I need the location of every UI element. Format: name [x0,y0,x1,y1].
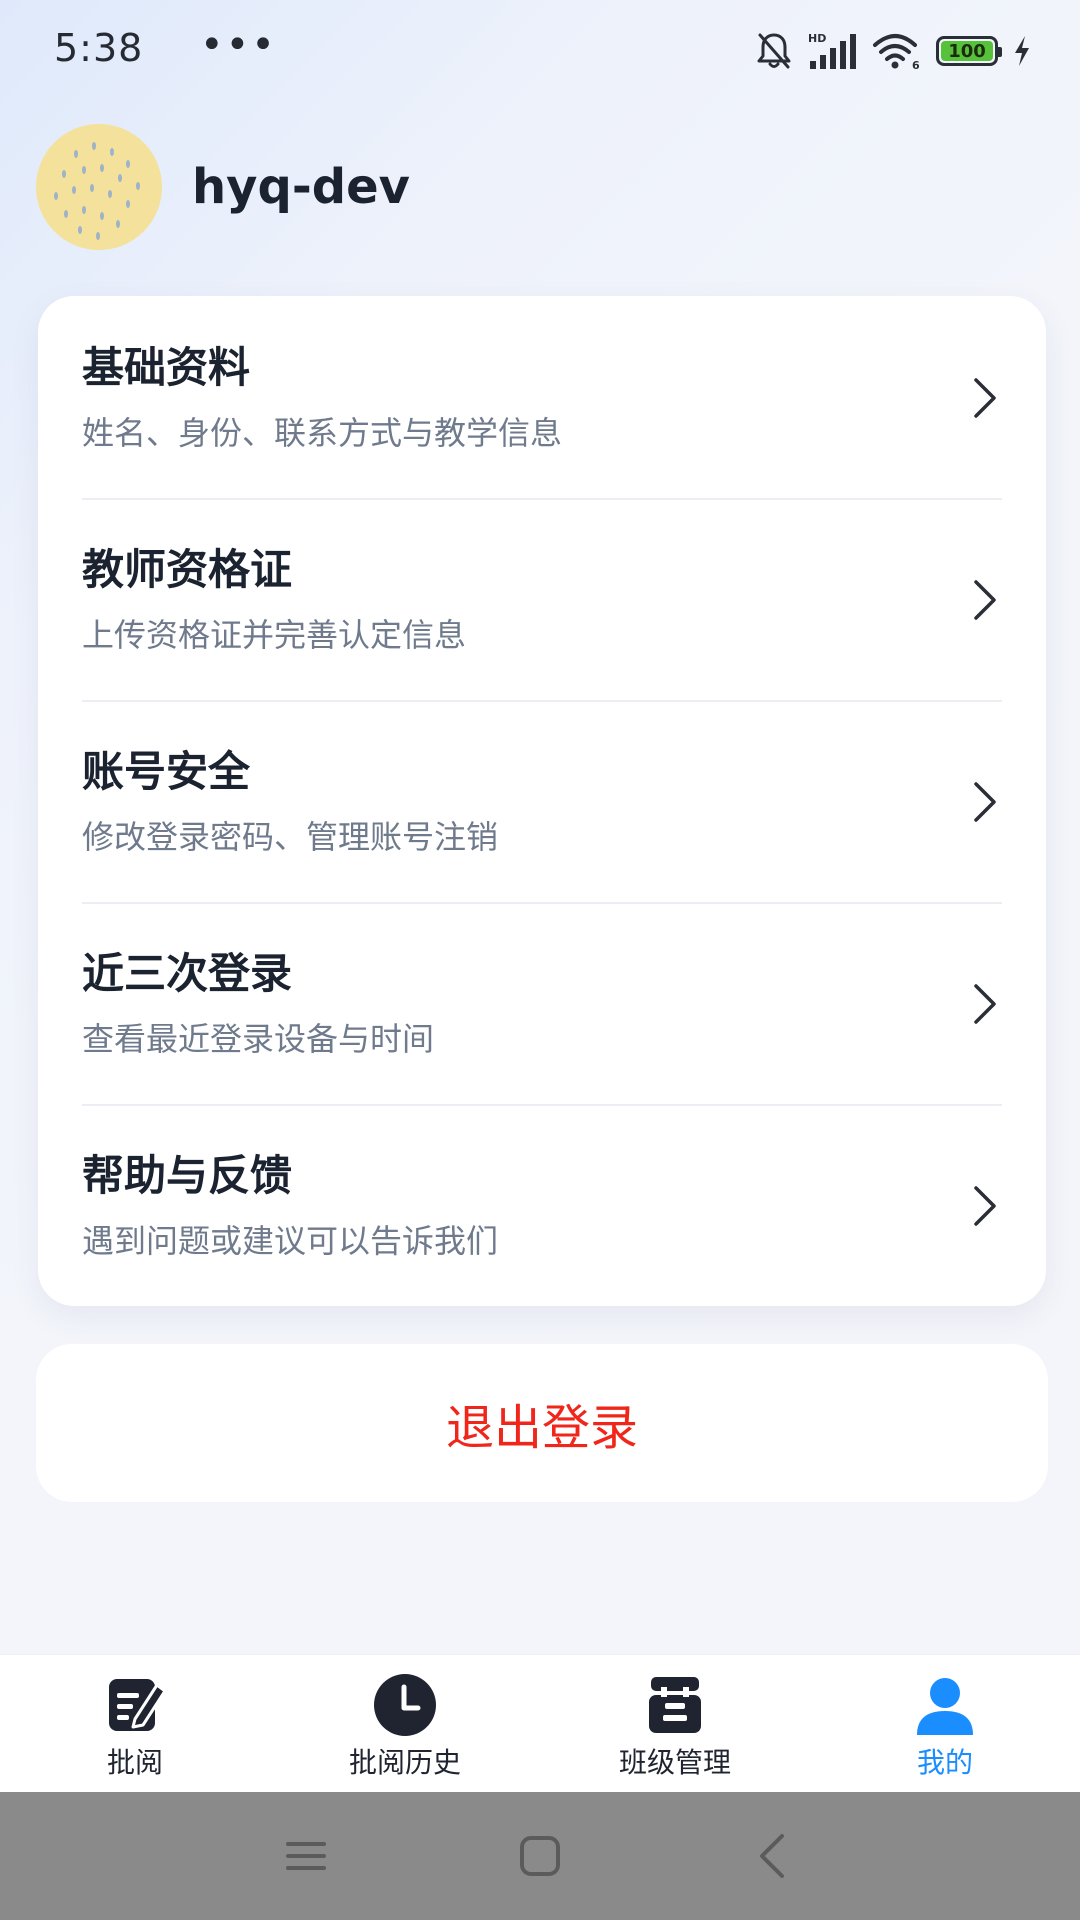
status-bar: 5:38 ••• HD 6 100 [0,0,1080,104]
settings-menu-card: 基础资料 姓名、身份、联系方式与教学信息 教师资格证 上传资格证并完善认定信息 … [38,296,1046,1306]
logout-button[interactable]: 退出登录 [36,1344,1048,1502]
tab-review-history[interactable]: 批阅历史 [270,1655,540,1793]
chevron-right-icon [974,378,996,418]
menu-item-basic-info[interactable]: 基础资料 姓名、身份、联系方式与教学信息 [38,296,1046,498]
edit-document-icon [109,1679,167,1731]
menu-item-subtitle: 修改登录密码、管理账号注销 [82,818,499,856]
tab-label: 批阅历史 [348,1746,461,1779]
home-icon[interactable] [510,1828,570,1884]
class-icon [649,1677,701,1733]
tab-class-management[interactable]: 班级管理 [540,1655,810,1793]
signal-icon: HD [808,32,856,69]
svg-text:HD: HD [808,32,826,45]
battery-level: 100 [941,41,993,62]
chevron-right-icon [974,580,996,620]
chevron-right-icon [974,1186,996,1226]
wifi-icon: 6 [873,34,920,71]
bottom-tab-bar: 批阅 批阅历史 班级管理 我的 [0,1654,1080,1793]
menu-item-subtitle: 遇到问题或建议可以告诉我们 [82,1222,499,1260]
menu-item-subtitle: 上传资格证并完善认定信息 [82,616,467,654]
clock-icon [374,1674,436,1736]
username: hyq-dev [192,159,410,215]
menu-item-title: 账号安全 [82,747,251,796]
system-nav-bar [0,1792,1080,1920]
tab-mine[interactable]: 我的 [810,1655,1080,1793]
menu-item-help-feedback[interactable]: 帮助与反馈 遇到问题或建议可以告诉我们 [38,1104,1046,1306]
menu-item-title: 近三次登录 [82,949,293,998]
avatar[interactable] [36,124,162,250]
menu-icon[interactable] [276,1828,336,1884]
bell-off-icon [757,33,791,69]
status-icons: HD 6 100 [756,28,1032,74]
menu-item-recent-logins[interactable]: 近三次登录 查看最近登录设备与时间 [38,902,1046,1104]
status-time: 5:38 [54,26,144,70]
chevron-right-icon [974,984,996,1024]
tab-review[interactable]: 批阅 [0,1655,270,1793]
more-dots-icon: ••• [200,22,277,68]
menu-item-title: 教师资格证 [82,545,293,594]
svg-text:6: 6 [912,59,920,71]
tab-label: 班级管理 [618,1746,731,1779]
user-icon [917,1678,973,1735]
battery-icon: 100 [936,36,1002,66]
menu-item-teacher-certificate[interactable]: 教师资格证 上传资格证并完善认定信息 [38,498,1046,700]
menu-item-subtitle: 姓名、身份、联系方式与教学信息 [82,414,563,452]
profile-header[interactable]: hyq-dev [36,124,410,250]
tab-label: 我的 [916,1746,973,1779]
tab-label: 批阅 [106,1746,163,1779]
chevron-right-icon [974,782,996,822]
menu-item-account-security[interactable]: 账号安全 修改登录密码、管理账号注销 [38,700,1046,902]
menu-item-title: 帮助与反馈 [82,1151,293,1200]
menu-item-subtitle: 查看最近登录设备与时间 [82,1020,435,1058]
menu-item-title: 基础资料 [82,343,251,392]
charging-icon [1015,36,1029,66]
avatar-pattern-icon [36,124,162,250]
back-icon[interactable] [744,1828,804,1884]
